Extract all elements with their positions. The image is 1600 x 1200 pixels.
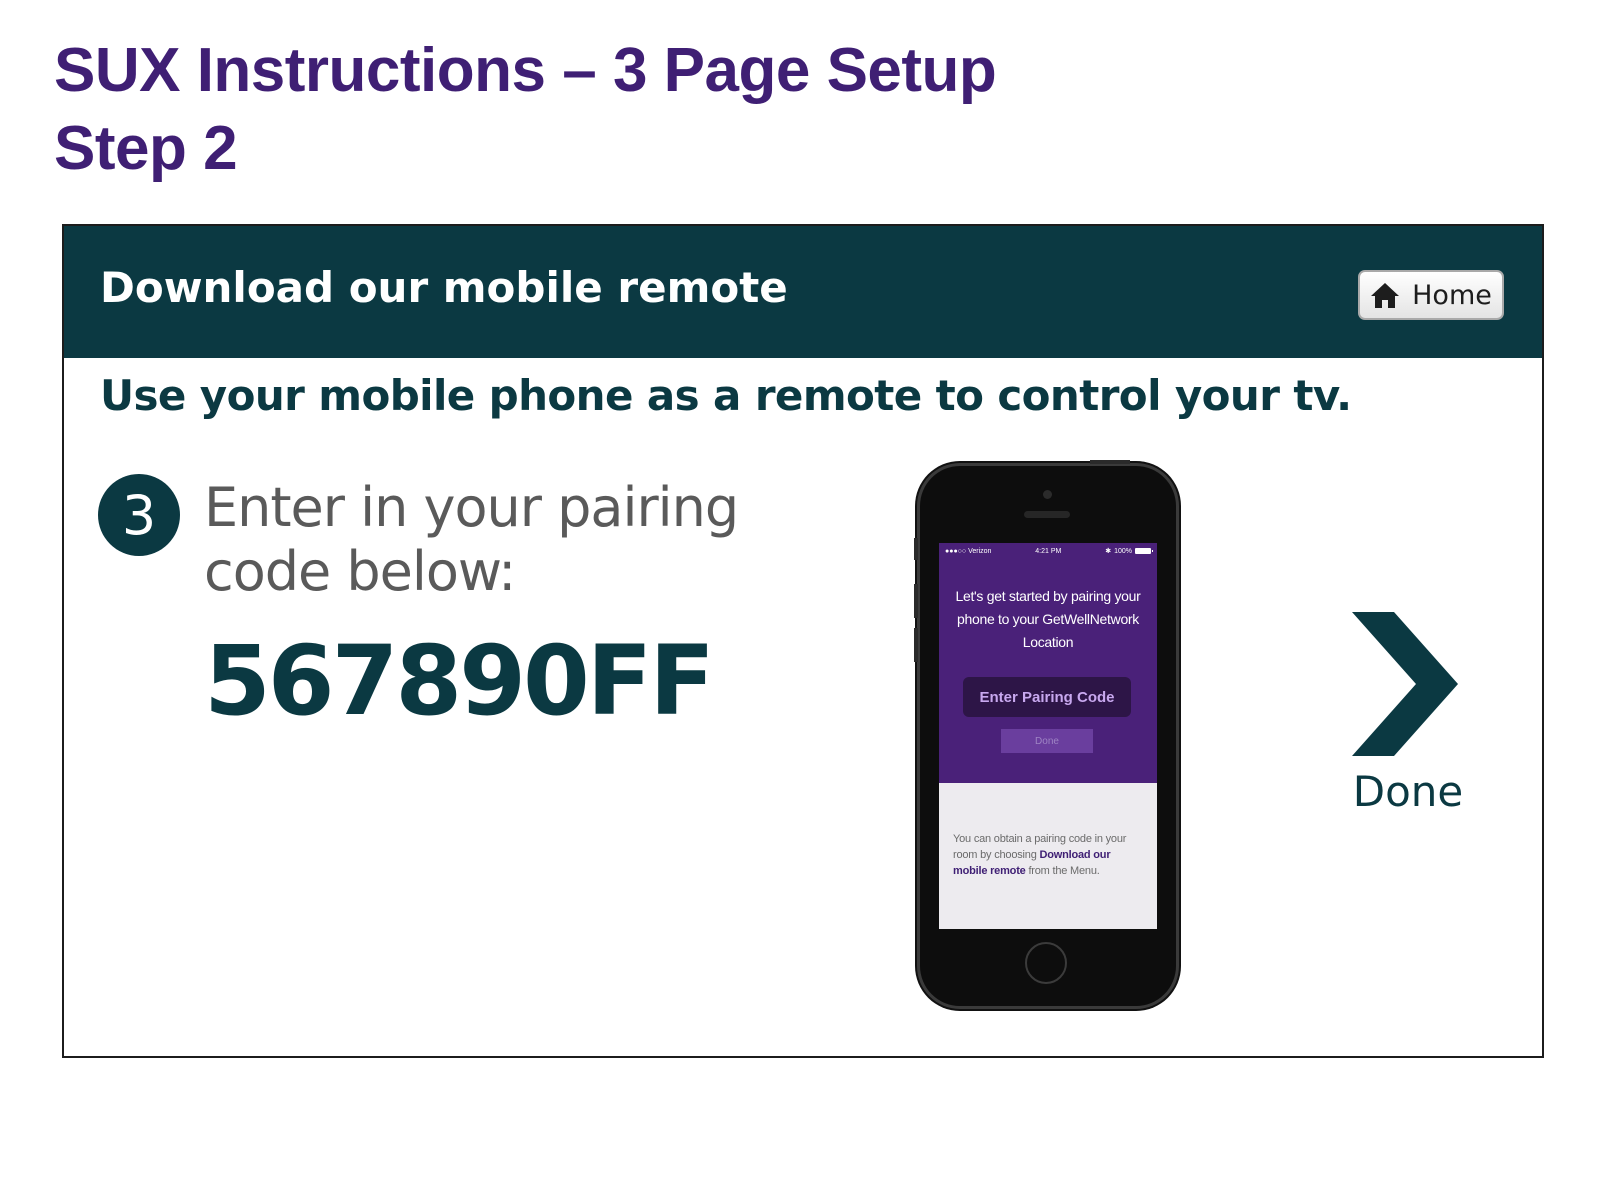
step-number-badge: 3 (98, 474, 180, 556)
status-bar: ●●●○○ Verizon 4:21 PM ✱ 100% (939, 543, 1157, 559)
status-carrier: ●●●○○ Verizon (945, 547, 992, 555)
battery-icon (1134, 548, 1153, 554)
instructions-subtitle: Use your mobile phone as a remote to con… (100, 371, 1352, 420)
pairing-help-text: You can obtain a pairing code in your ro… (953, 831, 1147, 879)
step-instruction: Enter in your pairing code below: (204, 476, 739, 603)
phone-home-button (1025, 942, 1067, 984)
status-time: 4:21 PM (1035, 547, 1062, 555)
help-text-suffix: from the Menu. (1025, 865, 1100, 877)
tv-screen-mockup: Download our mobile remote Home Use your… (62, 224, 1544, 1058)
phone-volume-up (914, 584, 918, 618)
phone-mute-switch (914, 538, 918, 560)
phone-image: ●●●○○ Verizon 4:21 PM ✱ 100% Let's get s… (914, 460, 1176, 1006)
home-button[interactable]: Home (1358, 270, 1504, 320)
pairing-code-input[interactable]: Enter Pairing Code (963, 677, 1131, 717)
slide-title: SUX Instructions – 3 Page Setup Step 2 (54, 32, 997, 188)
phone-screen: ●●●○○ Verizon 4:21 PM ✱ 100% Let's get s… (939, 543, 1157, 929)
slide-title-line1: SUX Instructions – 3 Page Setup (54, 36, 997, 105)
home-icon (1371, 283, 1400, 308)
phone-done-button[interactable]: Done (1001, 729, 1093, 753)
status-battery-percent: 100% (1114, 547, 1132, 555)
done-button-label[interactable]: Done (1352, 766, 1464, 818)
status-right: ✱ 100% (1105, 547, 1153, 555)
phone-camera (1043, 490, 1052, 499)
pairing-panel: ●●●○○ Verizon 4:21 PM ✱ 100% Let's get s… (939, 543, 1157, 783)
phone-power-button (1090, 460, 1130, 464)
chevron-right-icon[interactable] (1352, 612, 1462, 756)
pairing-intro-text: Let's get started by pairing your phone … (955, 588, 1141, 650)
phone-speaker (1024, 511, 1070, 518)
bluetooth-icon: ✱ (1105, 548, 1112, 555)
home-button-label: Home (1412, 279, 1492, 311)
pairing-code: 567890FF (204, 625, 715, 737)
slide-title-line2: Step 2 (54, 114, 238, 183)
tv-header-title: Download our mobile remote (100, 263, 788, 312)
tv-header: Download our mobile remote Home (64, 226, 1542, 358)
phone-volume-down (914, 628, 918, 662)
